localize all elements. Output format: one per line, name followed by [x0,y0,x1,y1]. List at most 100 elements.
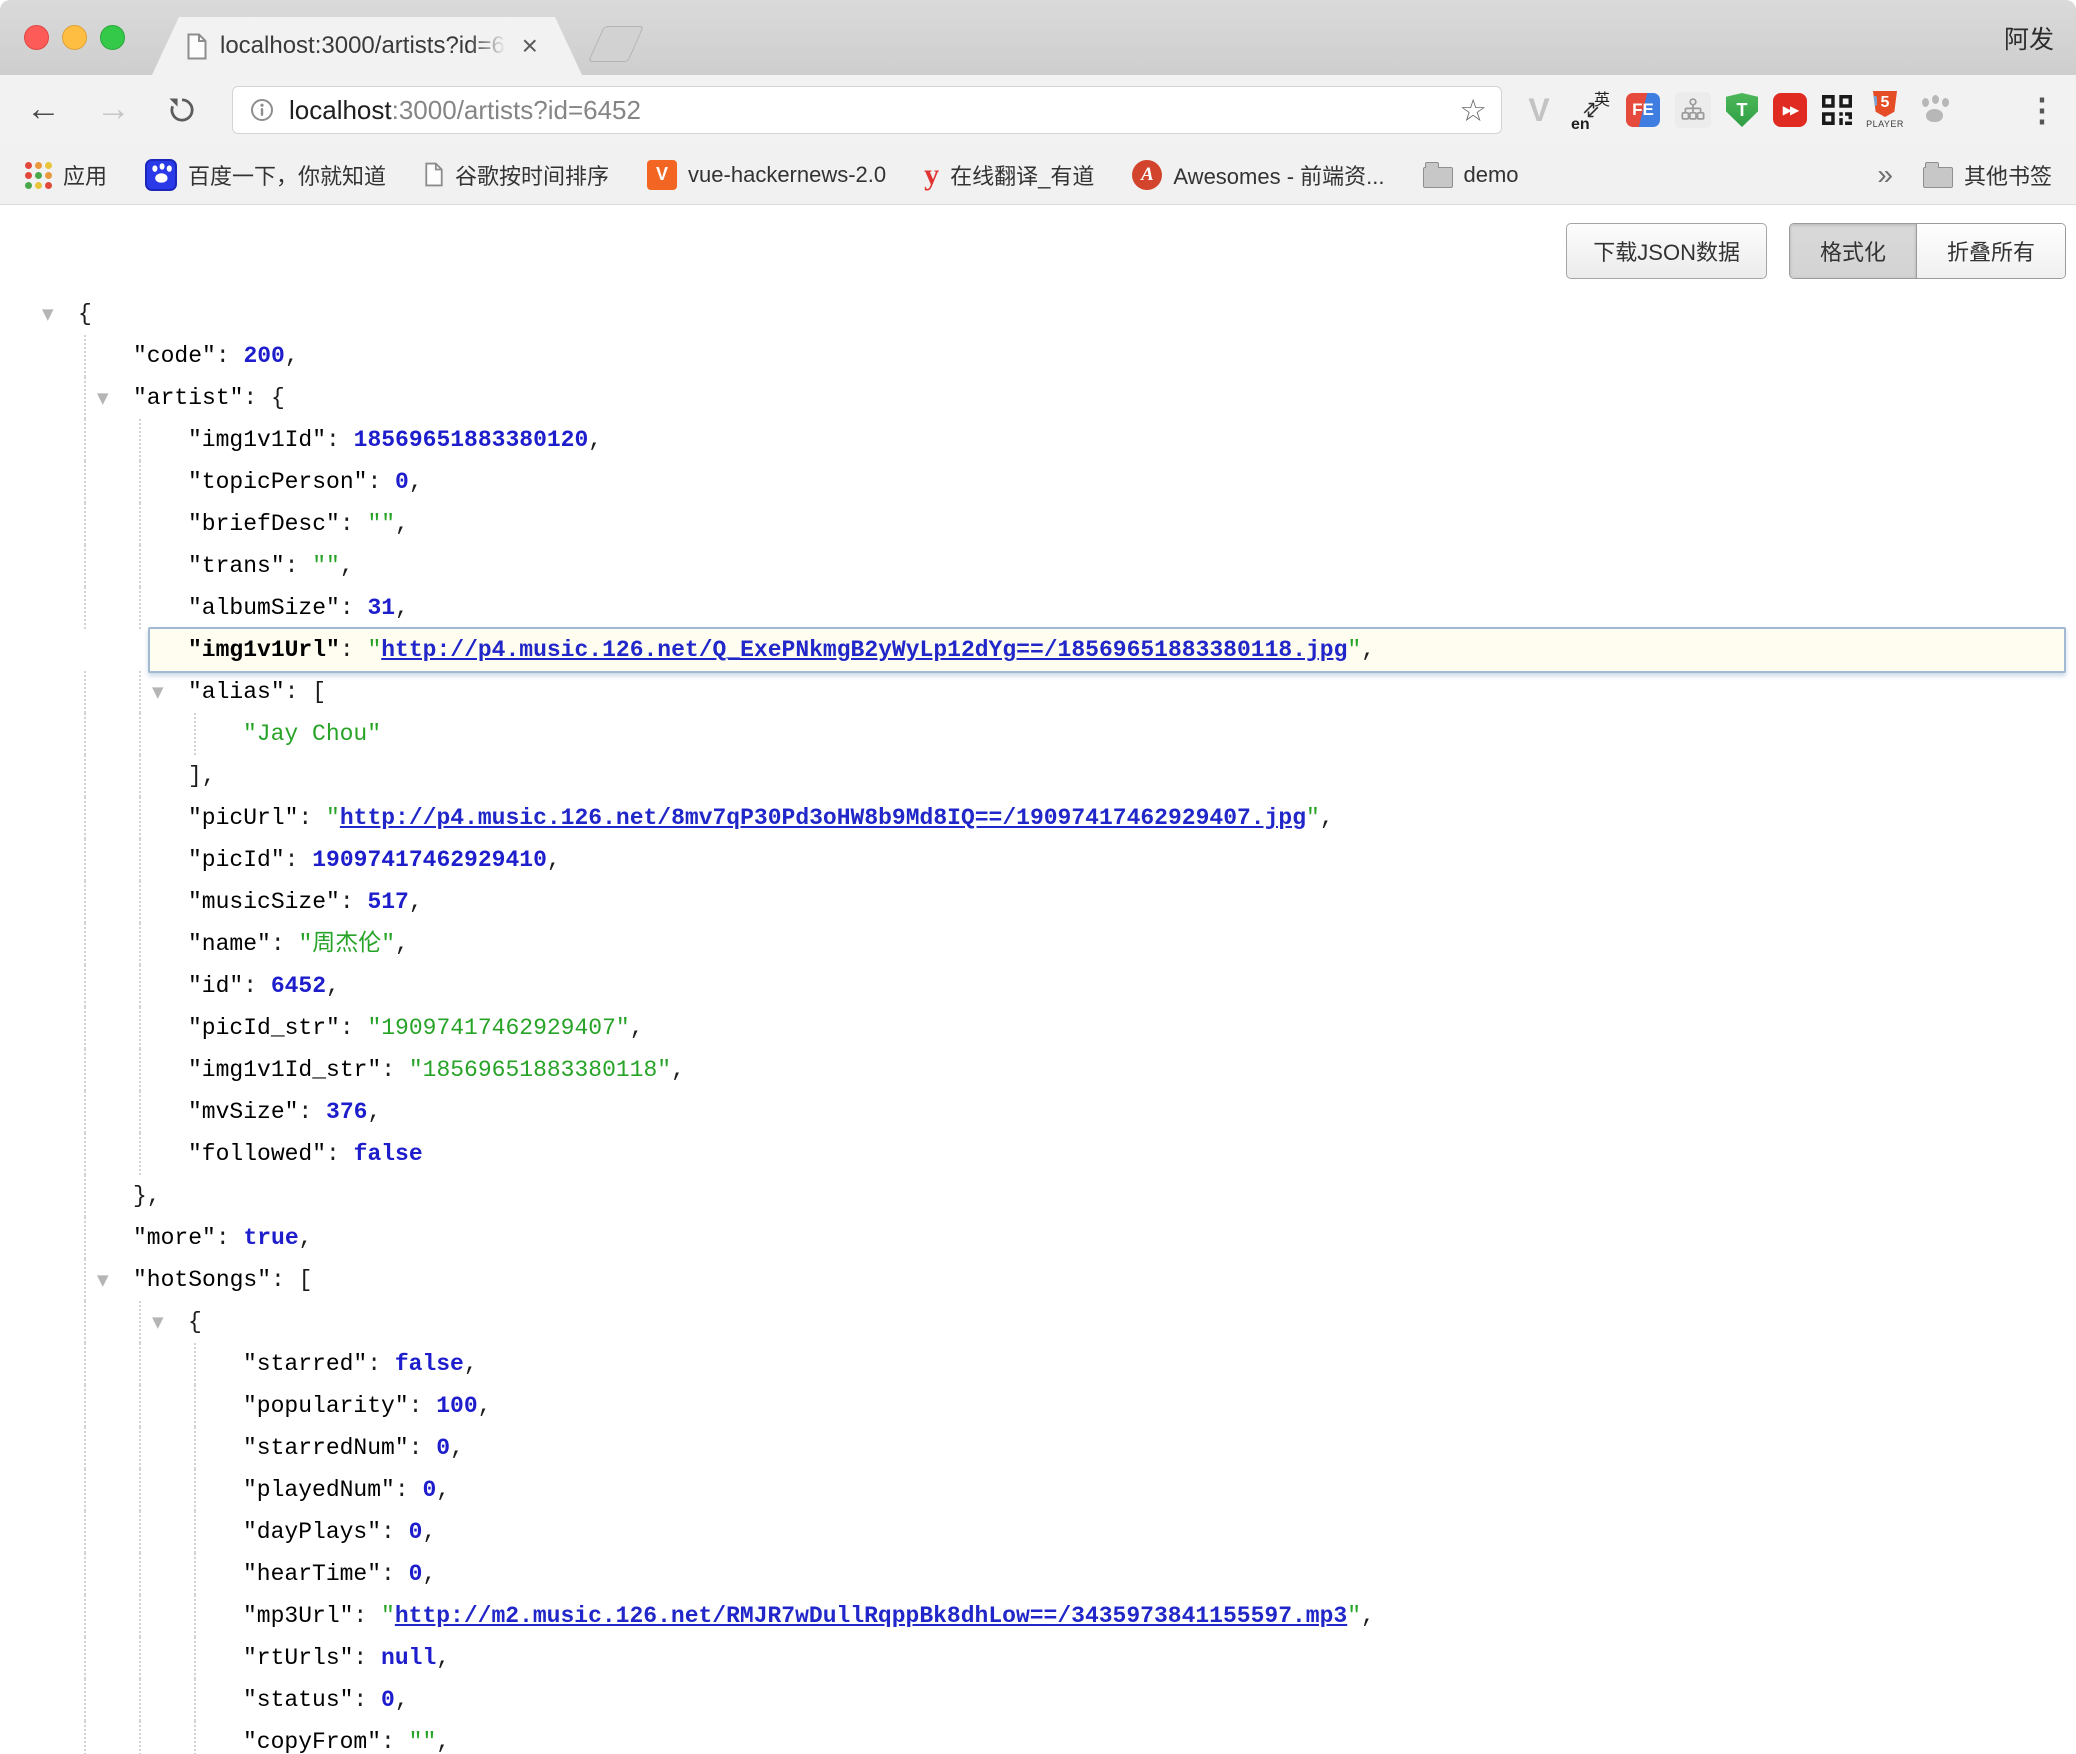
indent-guide [194,1385,196,1427]
json-token: : [298,1099,326,1125]
indent-guide [139,1343,141,1385]
window-close-button[interactable] [24,25,49,50]
json-token: : [353,1645,381,1671]
collapse-caret-icon[interactable]: ▼ [97,377,109,419]
json-row: "popularity": 100, [0,1385,2076,1427]
download-json-button[interactable]: 下载JSON数据 [1566,223,1767,279]
indent-guide [84,839,86,881]
json-url-link[interactable]: http://p4.music.126.net/Q_ExePNkmgB2yWyL… [381,637,1347,663]
tab-close-icon[interactable]: × [522,32,538,60]
json-token: : [243,973,271,999]
indent-guide [139,797,141,839]
json-row: ], [0,755,2076,797]
json-row: "name": "周杰伦", [0,923,2076,965]
collapse-caret-icon[interactable]: ▼ [42,293,54,335]
indent-guide [139,839,141,881]
json-token: " [1306,805,1320,831]
new-tab-button[interactable] [588,26,644,62]
json-token: , [464,1351,478,1377]
json-token: , [1361,637,1375,663]
json-url-link[interactable]: http://p4.music.126.net/8mv7qP30Pd3oHW8b… [340,805,1306,831]
forward-button[interactable]: → [96,87,131,131]
indent-guide [139,671,141,713]
json-token: [ [299,1267,313,1293]
json-row: "playedNum": 0, [0,1469,2076,1511]
view-mode-segmented-control: 格式化 折叠所有 [1789,223,2066,279]
collapse-caret-icon[interactable]: ▼ [152,1301,164,1343]
browser-tab[interactable]: localhost:3000/artists?id=645 × [152,17,582,75]
sitemap-extension-icon[interactable] [1675,92,1711,128]
json-token: : [409,1393,437,1419]
address-bar[interactable]: localhost:3000/artists?id=6452 ☆ [232,86,1502,134]
json-token: : [381,1729,409,1754]
json-token: false [395,1351,464,1377]
json-token: "more" [133,1225,216,1251]
bookmark-label: 百度一下，你就知道 [188,159,386,191]
bookmark-apps[interactable]: 应用 [24,159,107,191]
json-token: "name" [188,931,271,957]
json-token: , [436,1645,450,1671]
folder-icon [1423,167,1453,188]
collapse-caret-icon[interactable]: ▼ [152,671,164,713]
indent-guide [139,461,141,503]
indent-guide [194,1469,196,1511]
reload-button[interactable] [166,93,198,137]
bookmark-vue-hackernews[interactable]: V vue-hackernews-2.0 [647,160,886,190]
json-token: true [243,1225,298,1251]
indent-guide [84,797,86,839]
indent-guide [84,1049,86,1091]
json-token: 6452 [271,973,326,999]
json-token: "picId_str" [188,1015,340,1041]
bookmark-youdao-translate[interactable]: y 在线翻译_有道 [924,158,1094,192]
json-row: "albumSize": 31, [0,587,2076,629]
json-token: , [299,1225,313,1251]
indent-guide [139,923,141,965]
video-speed-extension-icon[interactable]: ▶▶ [1773,93,1807,127]
bookmarks-overflow-chevron[interactable]: » [1877,159,1893,191]
window-zoom-button[interactable] [100,25,125,50]
indent-guide [84,923,86,965]
other-bookmarks[interactable]: 其他书签 [1923,159,2052,191]
qrcode-extension-icon[interactable] [1822,95,1852,125]
indent-guide [84,881,86,923]
format-button[interactable]: 格式化 [1790,224,1916,278]
bookmark-demo-folder[interactable]: demo [1423,162,1519,188]
indent-guide [84,1217,86,1259]
bookmark-baidu[interactable]: 百度一下，你就知道 [145,159,386,191]
json-token: 0 [422,1477,436,1503]
bookmark-google-sort[interactable]: 谷歌按时间排序 [424,159,609,191]
json-token: "starred" [243,1351,367,1377]
fe-extension-icon[interactable]: FE [1626,93,1660,127]
json-token: "Jay Chou" [243,721,381,747]
json-token: : [326,427,354,453]
browser-menu-icon[interactable]: ⋮ [2026,89,2058,131]
folder-icon [1923,167,1953,188]
json-row: "Jay Chou" [0,713,2076,755]
tampermonkey-extension-icon[interactable]: T [1726,93,1758,127]
info-icon[interactable] [249,97,275,123]
collapse-all-button[interactable]: 折叠所有 [1916,224,2065,278]
json-url-link[interactable]: http://m2.music.126.net/RMJR7wDullRqppBk… [395,1603,1347,1629]
indent-guide [139,1091,141,1133]
paw-extension-icon[interactable] [1918,94,1950,126]
other-bookmarks-label: 其他书签 [1964,159,2052,191]
profile-name[interactable]: 阿发 [2004,20,2054,56]
json-token: 200 [243,343,284,369]
indent-guide [139,1427,141,1469]
collapse-caret-icon[interactable]: ▼ [97,1259,109,1301]
json-token: "followed" [188,1141,326,1167]
window-minimize-button[interactable] [62,25,87,50]
extensions-row: V 英 en ⇄ FE T ▶▶ 5 PLAYER [1522,87,1950,133]
json-token: , [478,1393,492,1419]
bookmarks-bar: 应用 百度一下，你就知道 谷歌按时间排序 V vue-hackernews-2.… [0,145,2076,205]
json-token: "trans" [188,553,285,579]
html5-player-extension-icon[interactable]: 5 PLAYER [1867,88,1903,132]
back-button[interactable]: ← [26,87,61,131]
indent-guide [194,713,196,755]
translate-extension-icon[interactable]: 英 en ⇄ [1571,89,1611,131]
json-token: , [395,1687,409,1713]
vue-devtools-extension-icon[interactable]: V [1522,92,1556,129]
bookmark-awesomes[interactable]: A Awesomes - 前端资... [1132,159,1384,191]
bookmark-star-icon[interactable]: ☆ [1459,95,1487,126]
indent-guide [139,1007,141,1049]
